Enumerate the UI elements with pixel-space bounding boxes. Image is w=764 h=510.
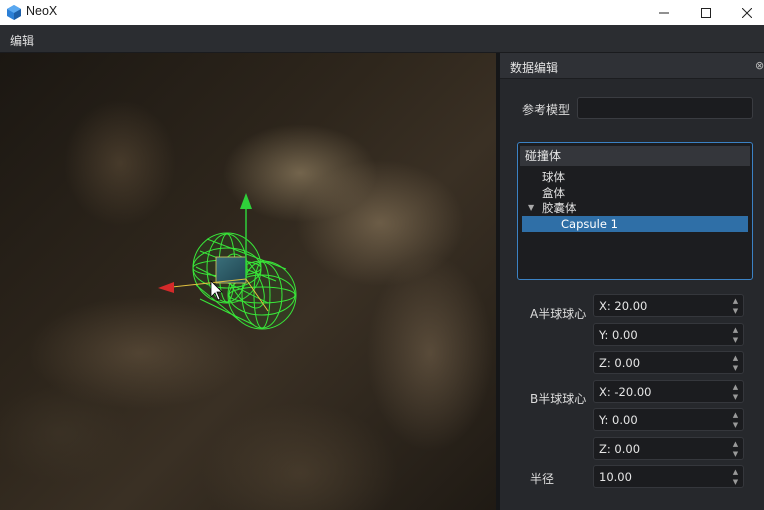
spin-down-icon[interactable]: ▼ — [731, 307, 740, 315]
spin-up-icon[interactable]: ▲ — [731, 440, 740, 448]
a-y-value: Y: 0.00 — [599, 328, 638, 342]
b-x-spinbox[interactable]: X: -20.00 ▲ ▼ — [593, 380, 744, 403]
app-logo-icon — [7, 5, 21, 20]
panel-close-icon[interactable]: ⊗ — [755, 59, 764, 72]
b-z-value: Z: 0.00 — [599, 442, 641, 456]
spin-up-icon[interactable]: ▲ — [731, 297, 740, 305]
a-center-label: A半球球心 — [530, 307, 587, 321]
gizmo-x-arrow-icon[interactable] — [158, 282, 174, 293]
radius-value: 10.00 — [599, 470, 632, 484]
tree-item-sphere[interactable]: 球体 — [542, 169, 565, 185]
radius-label: 半径 — [530, 472, 555, 486]
tree-item-capsule-1[interactable]: Capsule 1 — [522, 216, 748, 232]
gizmo-y-arrow-icon[interactable] — [240, 193, 252, 209]
b-center-label: B半球球心 — [530, 392, 587, 406]
spin-down-icon[interactable]: ▼ — [731, 364, 740, 372]
ref-model-label: 参考模型 — [522, 103, 571, 117]
expand-arrow-icon[interactable]: ▼ — [528, 203, 534, 212]
spin-up-icon[interactable]: ▲ — [731, 468, 740, 476]
minimize-button[interactable] — [644, 0, 684, 25]
scene-canvas — [158, 193, 297, 330]
b-z-spinbox[interactable]: Z: 0.00 ▲ ▼ — [593, 437, 744, 460]
spin-up-icon[interactable]: ▲ — [731, 383, 740, 391]
window-title: NeoX — [26, 4, 58, 18]
a-y-spinbox[interactable]: Y: 0.00 ▲ ▼ — [593, 323, 744, 346]
spin-down-icon[interactable]: ▼ — [731, 421, 740, 429]
menu-bar: 编辑 — [0, 25, 764, 53]
maximize-button[interactable] — [686, 0, 726, 25]
spin-down-icon[interactable]: ▼ — [731, 393, 740, 401]
close-button[interactable] — [727, 0, 764, 25]
tree-item-box[interactable]: 盒体 — [542, 185, 565, 201]
spin-down-icon[interactable]: ▼ — [731, 478, 740, 486]
data-edit-panel: 数据编辑 ⊗ 参考模型 碰撞体 球体 盒体 ▼ 胶囊体 Capsule 1 A半… — [500, 53, 764, 510]
radius-spinbox[interactable]: 10.00 ▲ ▼ — [593, 465, 744, 488]
menu-edit[interactable]: 编辑 — [10, 32, 34, 49]
b-y-spinbox[interactable]: Y: 0.00 ▲ ▼ — [593, 408, 744, 431]
panel-header: 数据编辑 ⊗ — [500, 53, 764, 79]
collider-tree[interactable]: 碰撞体 球体 盒体 ▼ 胶囊体 Capsule 1 — [517, 142, 753, 280]
a-z-value: Z: 0.00 — [599, 356, 641, 370]
a-x-spinbox[interactable]: X: 20.00 ▲ ▼ — [593, 294, 744, 317]
title-bar: NeoX — [0, 0, 764, 25]
spin-up-icon[interactable]: ▲ — [731, 326, 740, 334]
spin-up-icon[interactable]: ▲ — [731, 354, 740, 362]
close-icon — [742, 7, 752, 18]
a-x-value: X: 20.00 — [599, 299, 648, 313]
maximize-icon — [701, 7, 711, 18]
scene-viewport[interactable] — [0, 53, 496, 510]
b-y-value: Y: 0.00 — [599, 413, 638, 427]
ref-model-input[interactable] — [577, 97, 753, 119]
tree-header: 碰撞体 — [520, 146, 750, 166]
a-z-spinbox[interactable]: Z: 0.00 ▲ ▼ — [593, 351, 744, 374]
spin-down-icon[interactable]: ▼ — [731, 450, 740, 458]
tree-item-capsule[interactable]: 胶囊体 — [542, 200, 577, 216]
minimize-icon — [659, 12, 669, 13]
spin-down-icon[interactable]: ▼ — [731, 336, 740, 344]
b-x-value: X: -20.00 — [599, 385, 652, 399]
spin-up-icon[interactable]: ▲ — [731, 411, 740, 419]
panel-title: 数据编辑 — [510, 61, 559, 75]
